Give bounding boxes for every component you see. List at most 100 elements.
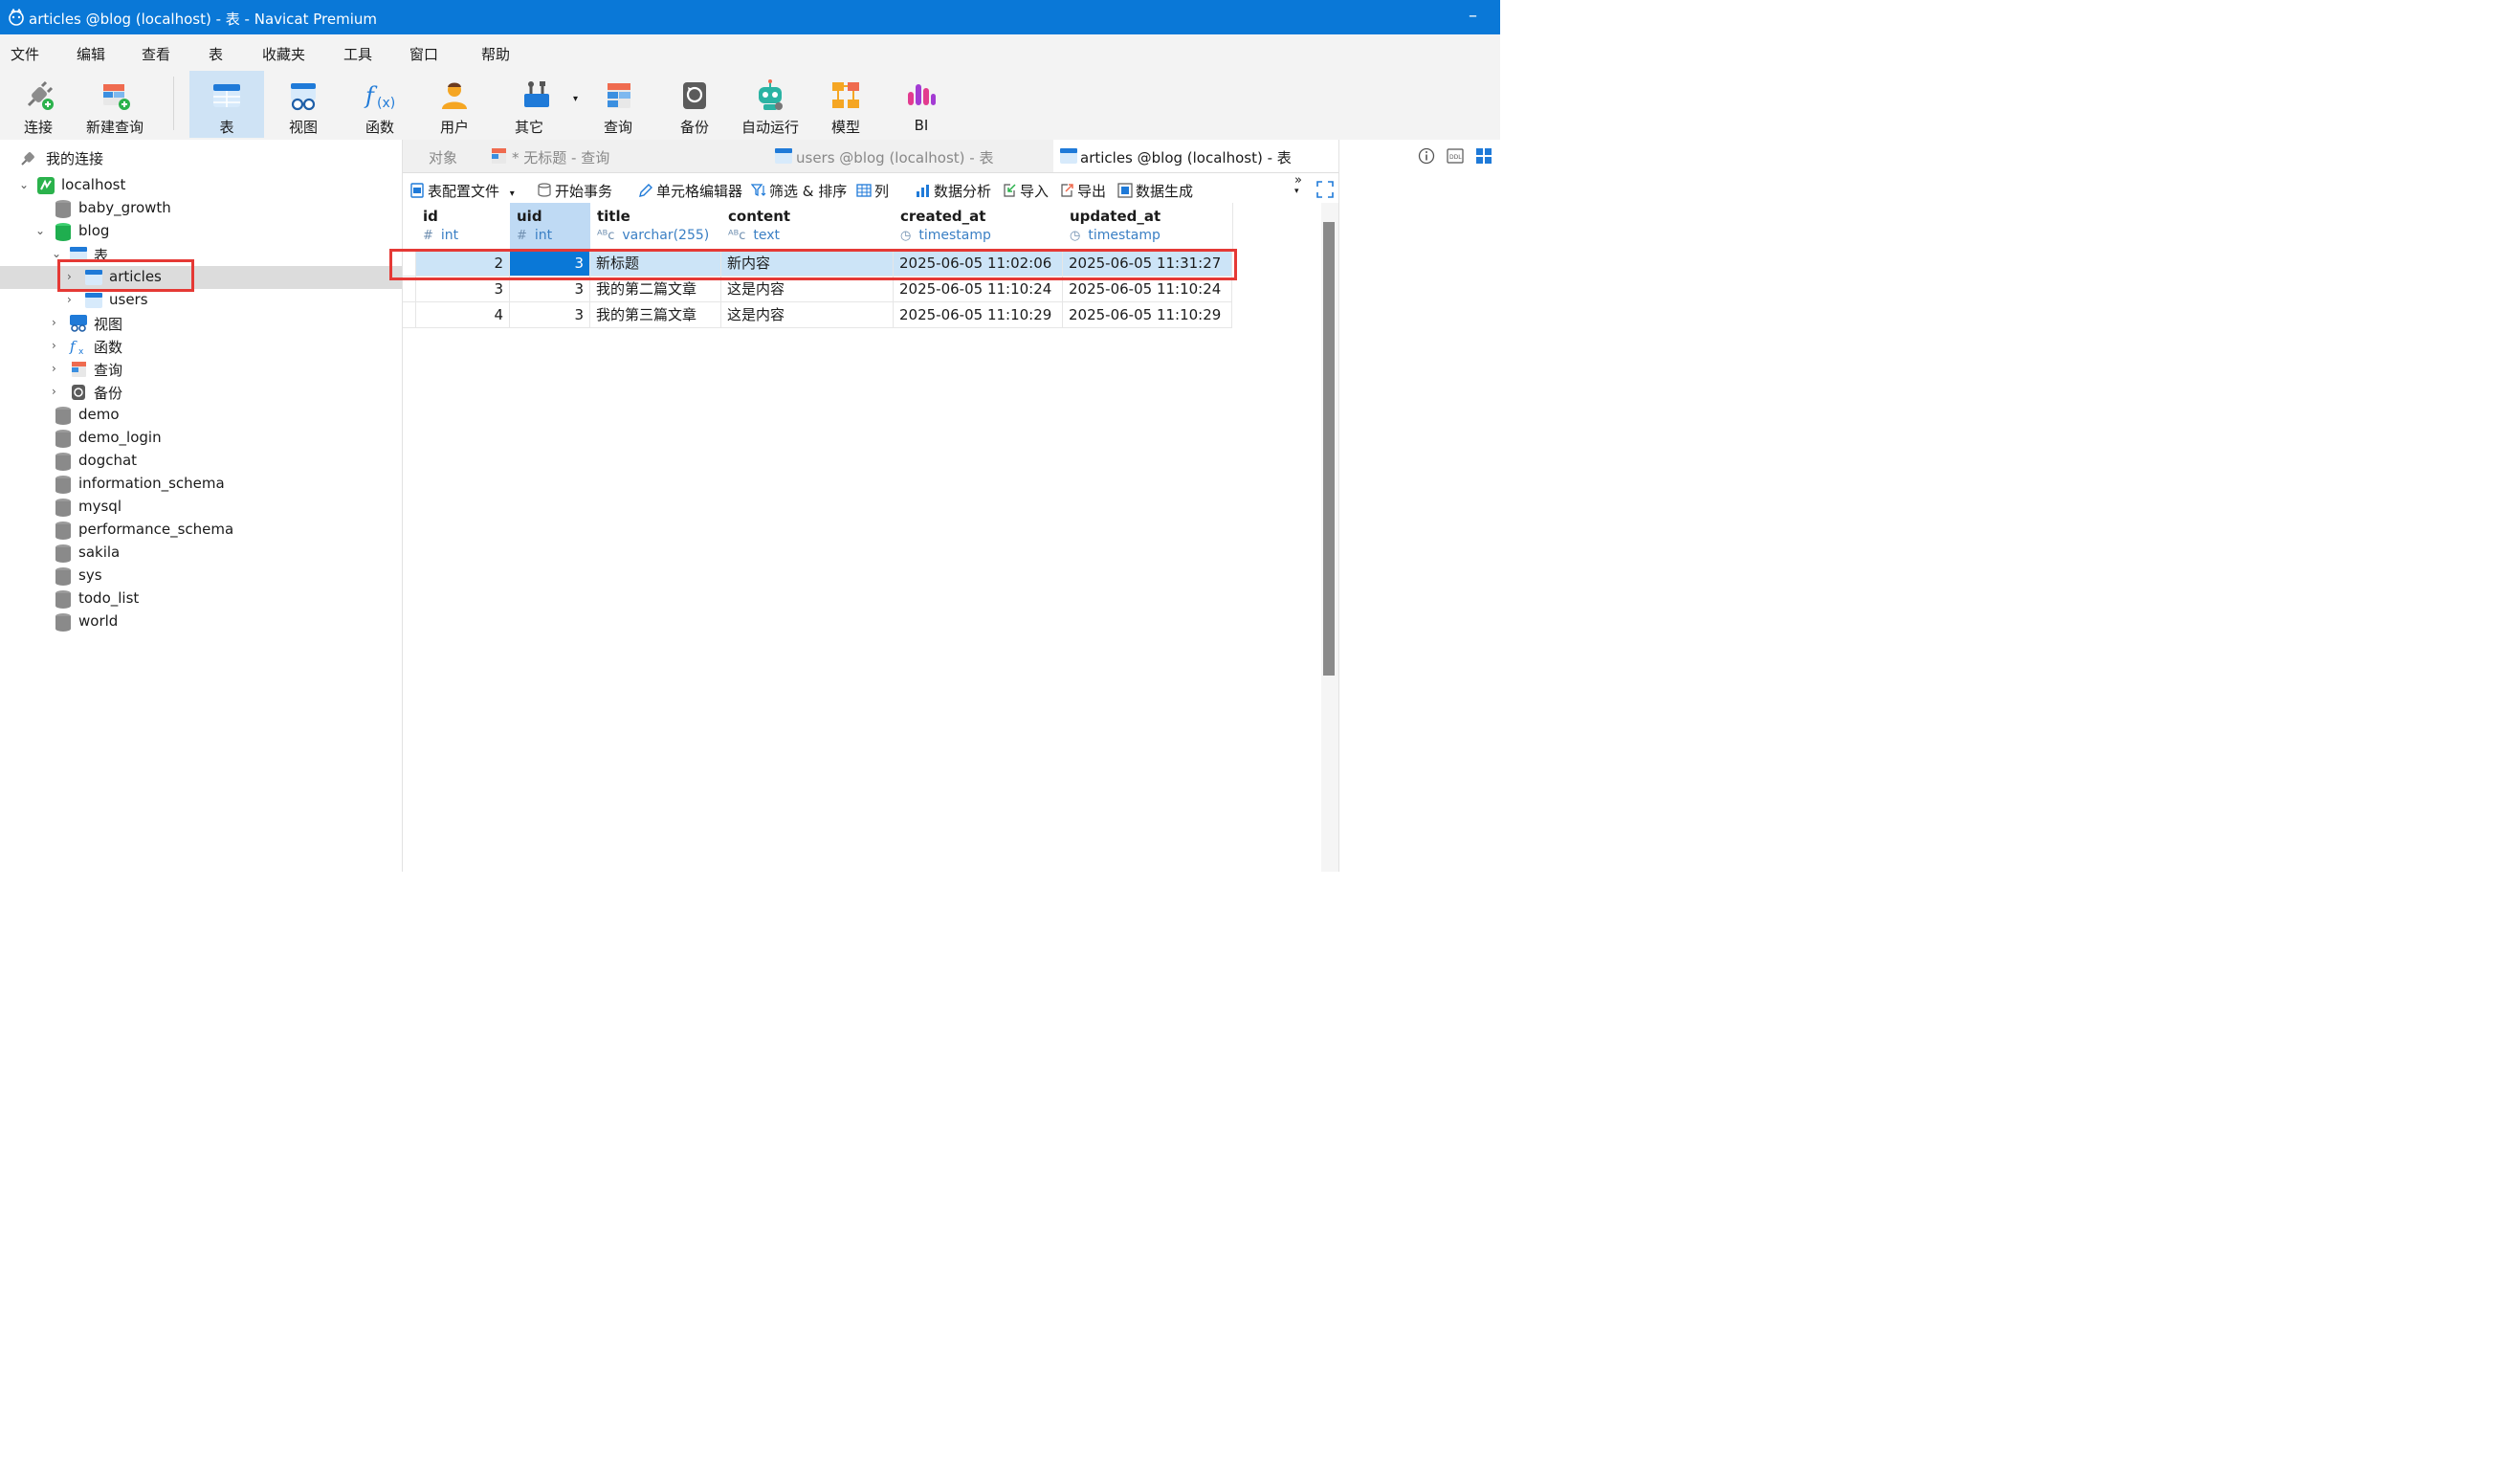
row-selector[interactable]: [403, 277, 416, 302]
tree-db-item[interactable]: todo_list: [0, 588, 402, 610]
tree-group-backups[interactable]: › 备份: [0, 381, 402, 404]
menu-edit[interactable]: 编辑: [77, 44, 105, 64]
backup-button[interactable]: 备份: [658, 71, 731, 138]
tree-db-item[interactable]: information_schema: [0, 473, 402, 496]
model-button[interactable]: 模型: [809, 71, 882, 138]
tree-db-item[interactable]: sakila: [0, 542, 402, 565]
tree-db-item[interactable]: world: [0, 610, 402, 633]
connect-button[interactable]: 连接: [2, 71, 75, 138]
tab-objects[interactable]: 对象: [403, 140, 479, 172]
more-tools-button[interactable]: »: [1294, 173, 1302, 188]
tree-db-baby-growth[interactable]: baby_growth: [0, 197, 402, 220]
import-button[interactable]: 导入: [1002, 181, 1049, 201]
function-button[interactable]: f (x) 函数: [343, 71, 417, 138]
menu-favorites[interactable]: 收藏夹: [262, 44, 305, 64]
table-cell[interactable]: 2025-06-05 11:10:24: [894, 277, 1063, 302]
user-button[interactable]: 用户: [419, 71, 490, 138]
column-header-id[interactable]: id # int: [416, 203, 511, 251]
export-button[interactable]: 导出: [1059, 181, 1106, 201]
column-header-title[interactable]: title ᴬᴮc varchar(255): [590, 203, 722, 251]
tab-users-table[interactable]: users @blog (localhost) - 表: [768, 140, 1051, 172]
fullscreen-icon[interactable]: [1316, 181, 1334, 198]
minimize-button[interactable]: –: [1469, 6, 1477, 26]
table-cell[interactable]: 这是内容: [721, 277, 894, 302]
backup-icon: [72, 385, 85, 400]
tree-group-queries[interactable]: › 查询: [0, 358, 402, 381]
new-query-button[interactable]: 新建查询: [78, 71, 151, 138]
tree-group-functions[interactable]: › f x 函数: [0, 335, 402, 358]
data-analysis-button[interactable]: 数据分析: [916, 181, 991, 201]
tree-db-item[interactable]: dogchat: [0, 450, 402, 473]
menu-window[interactable]: 窗口: [409, 44, 438, 64]
my-connections-header[interactable]: 我的连接: [0, 146, 402, 169]
bi-button[interactable]: BI: [886, 71, 957, 138]
chevron-right-icon[interactable]: ›: [52, 385, 56, 398]
chevron-down-icon[interactable]: ⌄: [35, 224, 45, 237]
chevron-down-icon[interactable]: ▾: [510, 189, 515, 199]
table-cell[interactable]: 2025-06-05 11:10:29: [1063, 302, 1232, 328]
table-cell[interactable]: 3: [510, 302, 590, 328]
tree-db-item[interactable]: demo_login: [0, 427, 402, 450]
menu-help[interactable]: 帮助: [481, 44, 510, 64]
menu-file[interactable]: 文件: [11, 44, 39, 64]
tree-group-views[interactable]: › 视图: [0, 312, 402, 335]
tab-untitled-query[interactable]: * 无标题 - 查询: [483, 140, 766, 172]
tree-db-item[interactable]: mysql: [0, 496, 402, 519]
database-open-icon: [55, 223, 71, 241]
table-cell[interactable]: 4: [416, 302, 510, 328]
tree-connection-localhost[interactable]: ⌄ localhost: [0, 174, 402, 197]
other-dropdown-icon[interactable]: ▾: [573, 94, 578, 104]
table-cell[interactable]: 2025-06-05 11:10:24: [1063, 277, 1232, 302]
table-cell[interactable]: 3: [510, 277, 590, 302]
data-generation-button[interactable]: 数据生成: [1117, 181, 1193, 201]
table-cell[interactable]: 2025-06-05 11:10:29: [894, 302, 1063, 328]
chevron-down-icon[interactable]: ▾: [1294, 187, 1299, 196]
table-cell[interactable]: 这是内容: [721, 302, 894, 328]
column-header-uid[interactable]: uid # int: [510, 203, 591, 251]
menu-table[interactable]: 表: [209, 44, 223, 64]
column-type: ◷ timestamp: [900, 228, 991, 243]
vertical-scrollbar[interactable]: [1321, 203, 1338, 872]
tree-db-item[interactable]: demo: [0, 404, 402, 427]
filter-sort-label: 筛选 & 排序: [769, 183, 848, 200]
column-header-updated-at[interactable]: updated_at ◷ timestamp: [1063, 203, 1233, 251]
table-row[interactable]: 3 3 我的第二篇文章 这是内容 2025-06-05 11:10:24 2025-06-…: [403, 277, 1232, 302]
chevron-right-icon[interactable]: ›: [52, 316, 56, 329]
scrollbar-thumb[interactable]: [1323, 222, 1335, 676]
column-header-created-at[interactable]: created_at ◷ timestamp: [894, 203, 1064, 251]
cell-editor-button[interactable]: 单元格编辑器: [638, 181, 742, 201]
begin-transaction-label: 开始事务: [555, 183, 613, 200]
tab-articles-table[interactable]: articles @blog (localhost) - 表: [1053, 140, 1338, 172]
menu-view[interactable]: 查看: [142, 44, 170, 64]
automation-button[interactable]: 自动运行: [735, 71, 806, 138]
query-button[interactable]: 查询: [582, 71, 654, 138]
other-button[interactable]: 其它 ▾: [496, 71, 578, 138]
table-row[interactable]: 4 3 我的第三篇文章 这是内容 2025-06-05 11:10:29 2025-06-…: [403, 302, 1232, 328]
tree-db-item[interactable]: sys: [0, 565, 402, 588]
table-cell[interactable]: 3: [416, 277, 510, 302]
database-label: demo: [78, 406, 120, 423]
database-label: sys: [78, 566, 102, 584]
chevron-down-icon[interactable]: ⌄: [52, 247, 61, 260]
columns-button[interactable]: 列: [856, 181, 889, 201]
table-profile-button[interactable]: 表配置文件 ▾: [409, 181, 515, 201]
row-selector[interactable]: [403, 302, 416, 328]
info-icon[interactable]: [1418, 147, 1435, 165]
chevron-right-icon[interactable]: ›: [52, 362, 56, 375]
menu-tools[interactable]: 工具: [343, 44, 372, 64]
tree-table-users[interactable]: › users: [0, 289, 402, 312]
filter-sort-button[interactable]: 筛选 & 排序: [751, 181, 847, 201]
chevron-down-icon[interactable]: ⌄: [19, 178, 29, 191]
begin-transaction-button[interactable]: 开始事务: [537, 181, 612, 201]
tree-db-blog[interactable]: ⌄ blog: [0, 220, 402, 243]
chevron-right-icon[interactable]: ›: [67, 293, 72, 306]
table-button[interactable]: 表: [189, 71, 264, 138]
ddl-icon[interactable]: DDL: [1447, 147, 1464, 165]
column-header-content[interactable]: content ᴬᴮc text: [721, 203, 895, 251]
chevron-right-icon[interactable]: ›: [52, 339, 56, 352]
table-cell[interactable]: 我的第三篇文章: [590, 302, 721, 328]
table-cell[interactable]: 我的第二篇文章: [590, 277, 721, 302]
grid-layout-icon[interactable]: [1475, 147, 1492, 165]
view-button[interactable]: 视图: [266, 71, 341, 138]
tree-db-item[interactable]: performance_schema: [0, 519, 402, 542]
